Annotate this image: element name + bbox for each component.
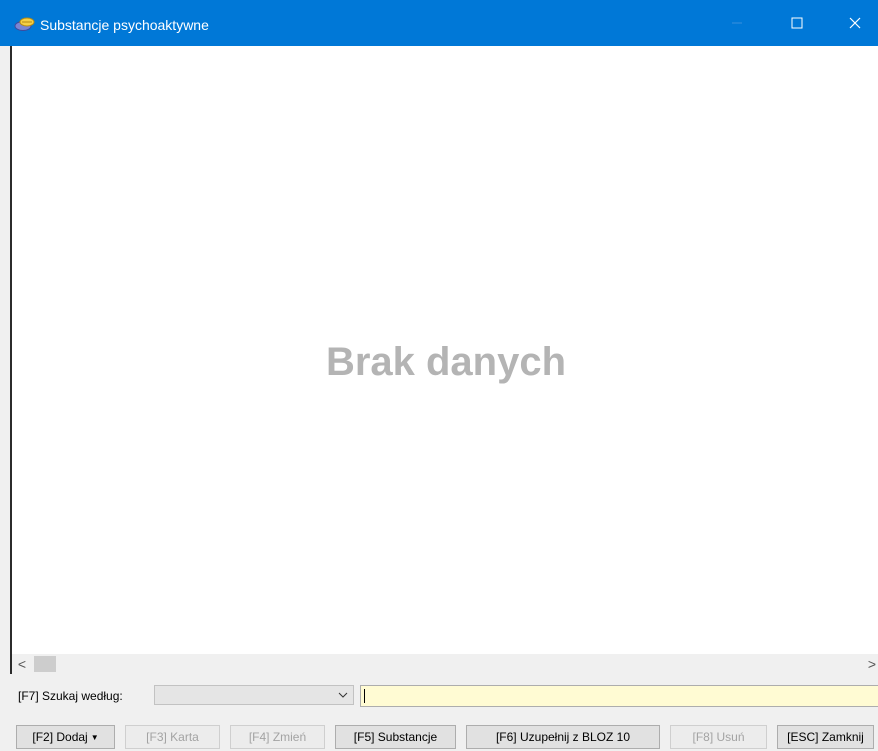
search-input[interactable] xyxy=(360,685,878,707)
substances-button-label: [F5] Substancje xyxy=(353,730,438,744)
search-label: [F7] Szukaj według: xyxy=(18,689,123,703)
scroll-right-icon[interactable]: > xyxy=(864,654,878,674)
delete-button[interactable]: [F8] Usuń xyxy=(670,725,767,749)
scrollbar-thumb[interactable] xyxy=(34,656,56,672)
data-grid[interactable]: Brak danych xyxy=(10,46,878,654)
minimize-button[interactable] xyxy=(714,0,760,46)
edit-button[interactable]: [F4] Zmień xyxy=(230,725,325,749)
horizontal-scrollbar[interactable]: < > xyxy=(10,654,878,674)
close-window-button-label: [ESC] Zamknij xyxy=(787,730,864,744)
delete-button-label: [F8] Usuń xyxy=(692,730,745,744)
minimize-icon xyxy=(732,22,742,24)
card-button-label: [F3] Karta xyxy=(146,730,199,744)
search-field-select[interactable] xyxy=(154,685,354,705)
window-title: Substancje psychoaktywne xyxy=(40,17,209,33)
text-caret xyxy=(364,689,365,703)
maximize-button[interactable] xyxy=(774,0,820,46)
complete-bloz-button-label: [F6] Uzupełnij z BLOZ 10 xyxy=(495,730,631,744)
scroll-left-icon[interactable]: < xyxy=(14,654,30,674)
close-window-button[interactable]: [ESC] Zamknij xyxy=(777,725,874,749)
close-icon xyxy=(849,17,861,29)
substances-button[interactable]: [F5] Substancje xyxy=(335,725,456,749)
add-button-label: [F2] Dodaj xyxy=(32,730,88,744)
card-button[interactable]: [F3] Karta xyxy=(125,725,220,749)
complete-bloz-button[interactable]: [F6] Uzupełnij z BLOZ 10 xyxy=(466,725,660,749)
close-button[interactable] xyxy=(832,0,878,46)
pills-icon xyxy=(14,16,36,32)
title-bar: Substancje psychoaktywne xyxy=(0,0,878,46)
dropdown-arrow-icon: ▼ xyxy=(90,732,99,742)
maximize-icon xyxy=(791,17,803,29)
add-button[interactable]: [F2] Dodaj ▼ xyxy=(16,725,115,749)
edit-button-label: [F4] Zmień xyxy=(248,730,307,744)
empty-message: Brak danych xyxy=(325,340,567,384)
chevron-down-icon xyxy=(338,692,348,698)
